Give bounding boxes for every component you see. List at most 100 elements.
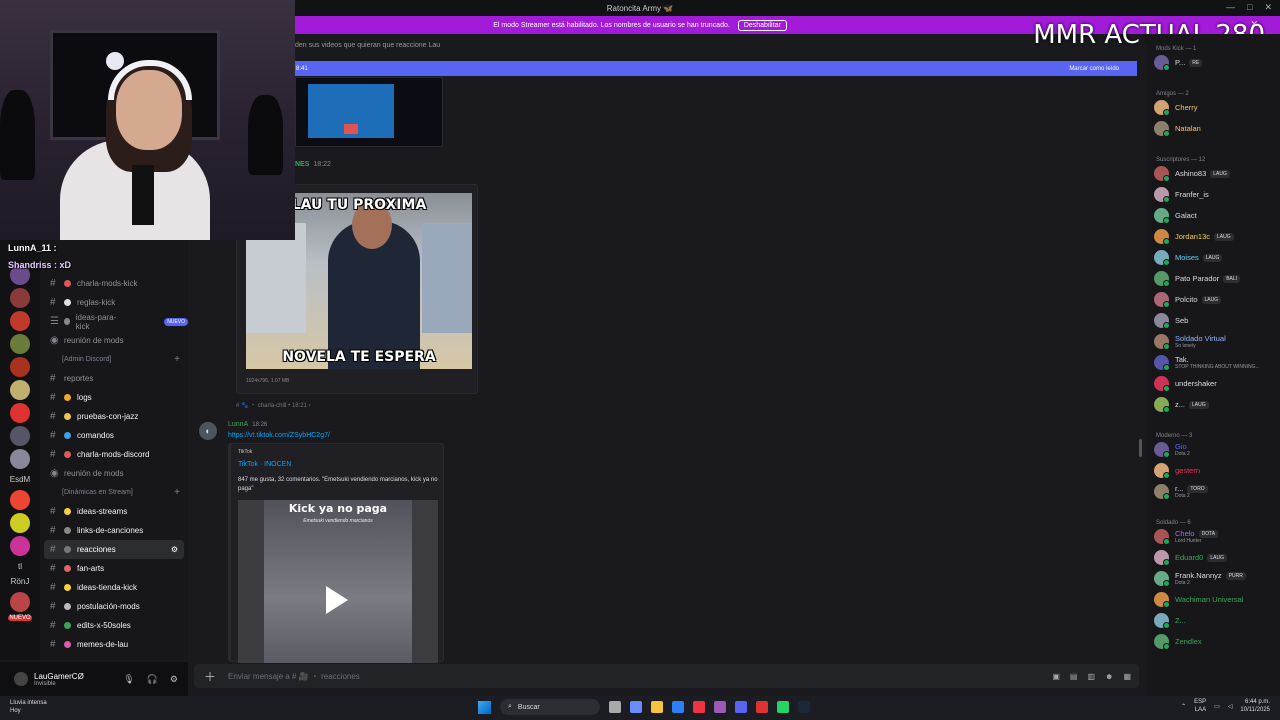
volume-icon[interactable]: ◁ bbox=[1228, 703, 1233, 710]
member-item[interactable]: Natalan bbox=[1146, 118, 1280, 139]
member-name[interactable]: Gio bbox=[1175, 442, 1187, 451]
member-name[interactable]: Galact bbox=[1175, 211, 1197, 220]
store-icon[interactable] bbox=[672, 701, 684, 713]
discord-avatar-icon[interactable]: ◐ bbox=[199, 422, 217, 440]
member-name[interactable]: P... bbox=[1175, 58, 1185, 67]
chrome-icon[interactable] bbox=[693, 701, 705, 713]
server-icon[interactable] bbox=[10, 380, 30, 400]
avatar[interactable] bbox=[1154, 208, 1170, 224]
play-icon[interactable] bbox=[326, 586, 348, 614]
member-item[interactable]: Z... bbox=[1146, 610, 1280, 631]
avatar[interactable] bbox=[1154, 55, 1170, 71]
server-icon[interactable] bbox=[10, 426, 30, 446]
channel-ideas-streams[interactable]: # ideas-streams bbox=[40, 502, 188, 521]
avatar[interactable] bbox=[1154, 550, 1170, 566]
weather-widget[interactable]: Lluvia intensa Hoy bbox=[10, 699, 47, 715]
task-view-icon[interactable] bbox=[609, 701, 621, 713]
channel-charla-mods-kick[interactable]: # charla-mods-kick bbox=[40, 274, 188, 293]
server-label[interactable]: tl bbox=[0, 562, 40, 571]
avatar[interactable] bbox=[1154, 271, 1170, 287]
emoji-icon[interactable]: ☻ bbox=[1105, 672, 1113, 681]
member-name[interactable]: Moises bbox=[1175, 253, 1199, 262]
server-icon[interactable] bbox=[10, 449, 30, 469]
member-name[interactable]: Cherry bbox=[1175, 103, 1198, 112]
server-icon[interactable] bbox=[10, 490, 30, 510]
avatar[interactable] bbox=[1154, 250, 1170, 266]
avatar[interactable] bbox=[1154, 166, 1170, 182]
avatar[interactable] bbox=[1154, 121, 1170, 137]
member-item[interactable]: Soldado Virtual So lonely bbox=[1146, 331, 1280, 352]
server-icon[interactable] bbox=[10, 357, 30, 377]
server-icon[interactable] bbox=[10, 311, 30, 331]
member-item[interactable]: undershaker bbox=[1146, 373, 1280, 394]
server-icon[interactable] bbox=[10, 592, 30, 612]
member-item[interactable]: Wachiman Universal bbox=[1146, 589, 1280, 610]
member-item[interactable]: Galact bbox=[1146, 205, 1280, 226]
avatar[interactable] bbox=[1154, 634, 1170, 650]
channel-reuni-n-de-mods[interactable]: ◉ reunión de mods bbox=[40, 331, 188, 350]
avatar[interactable] bbox=[1154, 376, 1170, 392]
member-name[interactable]: Ashino83 bbox=[1175, 169, 1206, 178]
server-icon[interactable] bbox=[10, 288, 30, 308]
member-item[interactable]: Moises LAUG bbox=[1146, 247, 1280, 268]
embed-video[interactable]: Kick ya no paga Emetsuki vendiendo marci… bbox=[238, 500, 438, 663]
new-messages-bar[interactable]: 8:41 Marcar como leído bbox=[295, 61, 1137, 76]
channel-fan-arts[interactable]: # fan-arts bbox=[40, 559, 188, 578]
channel-pruebas-con-jazz[interactable]: # pruebas-con-jazz bbox=[40, 407, 188, 426]
member-name[interactable]: r... bbox=[1175, 484, 1183, 493]
file-explorer-icon[interactable] bbox=[651, 701, 663, 713]
member-item[interactable]: Chelo DOTA Lord Hunter bbox=[1146, 526, 1280, 547]
member-item[interactable]: Eduard0 LAUG bbox=[1146, 547, 1280, 568]
discord-icon[interactable] bbox=[735, 701, 747, 713]
add-channel-icon[interactable]: + bbox=[174, 354, 180, 365]
maximize-button[interactable]: □ bbox=[1247, 2, 1252, 13]
member-name[interactable]: z... bbox=[1175, 400, 1185, 409]
avatar[interactable] bbox=[1154, 229, 1170, 245]
obs-icon[interactable] bbox=[756, 701, 768, 713]
gear-icon[interactable]: ⚙ bbox=[170, 674, 178, 685]
apps-icon[interactable]: ▦ bbox=[1123, 672, 1131, 681]
member-name[interactable]: Polcito bbox=[1175, 295, 1198, 304]
mark-read-button[interactable]: Marcar como leído bbox=[1069, 66, 1119, 72]
member-item[interactable]: Jordan13c LAUG bbox=[1146, 226, 1280, 247]
member-item[interactable]: z... LAUG bbox=[1146, 394, 1280, 415]
channel-charla-mods-discord[interactable]: # charla-mods-discord bbox=[40, 445, 188, 464]
avatar[interactable] bbox=[14, 672, 28, 686]
channel-memes-de-lau[interactable]: # memes-de-lau bbox=[40, 635, 188, 654]
steam-icon[interactable] bbox=[798, 701, 810, 713]
add-channel-icon[interactable]: + bbox=[174, 487, 180, 498]
member-name[interactable]: Eduard0 bbox=[1175, 553, 1203, 562]
member-name[interactable]: Pato Parador bbox=[1175, 274, 1219, 283]
member-item[interactable]: Seb bbox=[1146, 310, 1280, 331]
channel-ideas-para-kick[interactable]: ☰ ideas-para-kick NUEVO bbox=[40, 312, 188, 331]
channel-reglas-kick[interactable]: # reglas-kick bbox=[40, 293, 188, 312]
member-item[interactable]: Zendlex bbox=[1146, 631, 1280, 652]
channel-settings-icon[interactable]: ⚙ bbox=[171, 545, 178, 554]
member-name[interactable]: Wachiman Universal bbox=[1175, 595, 1244, 604]
luna-name[interactable]: LunnA bbox=[228, 421, 248, 428]
avatar[interactable] bbox=[1154, 397, 1170, 413]
channel-reportes[interactable]: # reportes bbox=[40, 369, 188, 388]
member-name[interactable]: undershaker bbox=[1175, 379, 1217, 388]
server-icon[interactable] bbox=[10, 513, 30, 533]
member-name[interactable]: Z... bbox=[1175, 616, 1186, 625]
channel-edits-x-50soles[interactable]: # edits-x-50soles bbox=[40, 616, 188, 635]
close-button[interactable]: ✕ bbox=[1264, 2, 1272, 13]
attachment-image[interactable] bbox=[295, 77, 443, 147]
channel-postulaci-n-mods[interactable]: # postulación-mods bbox=[40, 597, 188, 616]
member-name[interactable]: Natalan bbox=[1175, 124, 1201, 133]
composer-placeholder[interactable]: Enviar mensaje a # 🎥 ・ reacciones bbox=[228, 671, 360, 682]
member-item[interactable]: Cherry bbox=[1146, 97, 1280, 118]
member-name[interactable]: Seb bbox=[1175, 316, 1188, 325]
member-name[interactable]: Jordan13c bbox=[1175, 232, 1210, 241]
member-item[interactable]: Frank.Nannyz PURR Dota 2 bbox=[1146, 568, 1280, 589]
member-name[interactable]: Soldado Virtual bbox=[1175, 334, 1226, 343]
member-item[interactable]: gestern bbox=[1146, 460, 1280, 481]
member-name[interactable]: Zendlex bbox=[1175, 637, 1202, 646]
sticker-icon[interactable]: ▥ bbox=[1087, 672, 1095, 681]
avatar[interactable] bbox=[1154, 355, 1170, 371]
member-name[interactable]: Chelo bbox=[1175, 529, 1195, 538]
avatar[interactable] bbox=[1154, 463, 1170, 479]
taskbar-search[interactable]: ⌕ Buscar bbox=[500, 699, 600, 715]
tray-arrow-icon[interactable]: ⌃ bbox=[1181, 703, 1186, 710]
